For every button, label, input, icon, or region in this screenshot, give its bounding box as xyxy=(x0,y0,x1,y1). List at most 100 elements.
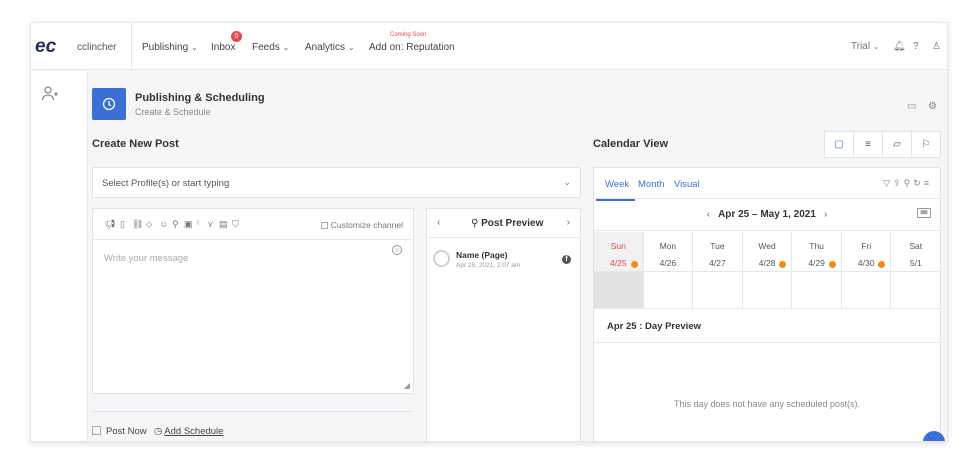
chevron-right-icon[interactable]: › xyxy=(567,217,570,228)
post-now-label: Post Now xyxy=(106,426,147,437)
create-post-title: Create New Post xyxy=(92,138,179,150)
day-column-sun[interactable]: Sun 4/25 xyxy=(594,232,644,271)
tab-week[interactable]: Week xyxy=(595,179,636,201)
calendar-icon[interactable]: ▤ xyxy=(219,219,228,230)
calendar-view-switcher: ▢ ≡ ▱ ⚐ xyxy=(824,131,941,158)
chevron-down-icon: ⌄ xyxy=(282,43,290,52)
scheduled-dot xyxy=(630,261,638,268)
day-column-tue[interactable]: Tue 4/27 xyxy=(693,232,743,271)
add-schedule-link[interactable]: ◷ Add Schedule xyxy=(154,426,223,437)
nav-inbox-label: Inbox xyxy=(211,42,236,53)
post-editor: 📢︎ ▯ ⛓︎ ⬦ ☺ ⚲ ▣ ⁽ ⋎ ▤ ⛉ Customize channe… xyxy=(92,208,414,394)
resize-handle-icon[interactable]: ◢ xyxy=(404,381,410,390)
day-date: 5/1 xyxy=(909,258,922,268)
help-icon[interactable]: ? xyxy=(913,41,919,52)
preview-title: ⚲ Post Preview xyxy=(471,218,543,229)
avatar xyxy=(433,250,450,267)
emoji-picker-icon[interactable]: ☺ xyxy=(392,245,402,255)
calendar-slot[interactable] xyxy=(693,272,743,308)
post-now-checkbox[interactable]: Post Now xyxy=(92,426,147,437)
flag-view-icon[interactable]: ⚐ xyxy=(912,132,940,157)
nav-reputation[interactable]: Add on: Reputation xyxy=(369,42,455,53)
calendar-slot[interactable] xyxy=(891,272,940,308)
day-name: Sat xyxy=(909,241,923,251)
emoji-icon[interactable]: ☺ xyxy=(159,219,168,229)
date-range-nav: ‹ Apr 25 – May 1, 2021 › ⌨ xyxy=(594,199,940,231)
megaphone-icon[interactable]: 📢︎ xyxy=(104,219,115,230)
user-icon[interactable]: ♙ xyxy=(932,41,941,52)
calendar-slot[interactable] xyxy=(594,272,644,308)
eclincher-logo-icon[interactable]: ec xyxy=(35,35,65,55)
calendar-slot[interactable] xyxy=(792,272,842,308)
calendar-slot[interactable] xyxy=(842,272,892,308)
filter-icon[interactable]: ▽ xyxy=(883,178,893,188)
search-icon: ⚲ xyxy=(471,218,479,229)
tag-icon[interactable]: ⬦ xyxy=(146,219,152,230)
calendar-slot[interactable] xyxy=(743,272,793,308)
day-column-wed[interactable]: Wed 4/28 xyxy=(743,232,793,271)
day-column-mon[interactable]: Mon 4/26 xyxy=(644,232,694,271)
day-column-sat[interactable]: Sat 5/1 xyxy=(891,232,940,271)
nav-analytics[interactable]: Analytics ⌄ xyxy=(305,42,355,53)
empty-day-message: This day does not have any scheduled pos… xyxy=(673,399,861,409)
video-icon[interactable]: ▭ xyxy=(907,101,916,112)
tab-month[interactable]: Month xyxy=(638,179,664,190)
nav-feeds[interactable]: Feeds ⌄ xyxy=(252,42,290,53)
folder-view-icon[interactable]: ▱ xyxy=(883,132,912,157)
chevron-left-icon[interactable]: ‹ xyxy=(707,209,710,220)
day-column-thu[interactable]: Thu 4/29 xyxy=(792,232,842,271)
chevron-down-icon: ⌄ xyxy=(348,43,355,52)
message-input[interactable]: Write your message xyxy=(104,253,188,264)
nav-feeds-label: Feeds xyxy=(252,42,280,53)
nav-publishing[interactable]: Publishing ⌄ xyxy=(142,42,198,53)
trial-menu[interactable]: Trial ⌄ xyxy=(851,41,880,52)
chevron-left-icon[interactable]: ‹ xyxy=(437,217,440,228)
profile-select-placeholder: Select Profile(s) or start typing xyxy=(102,178,230,189)
search-icon[interactable]: ⚲ xyxy=(904,178,914,188)
checkbox-icon xyxy=(92,426,101,435)
customize-channel-toggle[interactable]: Customize channel xyxy=(320,220,403,230)
date-range-label: Apr 25 – May 1, 2021 xyxy=(718,209,816,220)
image-icon[interactable]: ▣ xyxy=(184,219,193,230)
divider xyxy=(92,411,414,412)
keyboard-icon[interactable]: ⌨ xyxy=(917,208,931,218)
refresh-icon[interactable]: ↻ xyxy=(913,178,924,188)
post-preview-panel: ‹ ⚲ Post Preview › Name (Page) Apr 25, 2… xyxy=(426,208,581,441)
day-column-fri[interactable]: Fri 4/30 xyxy=(842,232,892,271)
chat-support-icon[interactable] xyxy=(923,431,945,441)
upload-icon[interactable]: ⇪ xyxy=(893,178,904,188)
tab-visual[interactable]: Visual xyxy=(674,179,700,190)
preview-profile-name: Name (Page) xyxy=(456,250,508,260)
menu-icon[interactable]: ≡ xyxy=(924,178,932,188)
list-view-icon[interactable]: ≡ xyxy=(854,132,883,157)
week-slots xyxy=(594,272,940,309)
calendar-view-icon[interactable]: ▢ xyxy=(825,132,854,157)
left-rail xyxy=(31,71,88,441)
note-icon[interactable]: ▯ xyxy=(120,219,125,230)
clock-icon: ◷ xyxy=(154,426,163,437)
top-nav: ec cclincher Publishing ⌄ Inbox 0 Feeds ⌄ … xyxy=(31,23,947,70)
bird-icon[interactable]: ⋎ xyxy=(207,219,214,230)
attachment-icon[interactable]: ⚲ xyxy=(172,219,179,230)
calendar-panel: Week Month Visual ▽⇪⚲↻≡ ‹ Apr 25 – May 1,… xyxy=(593,167,941,441)
page-subtitle: Create & Schedule xyxy=(135,107,211,117)
link-icon[interactable]: ⛓︎ xyxy=(132,219,143,230)
inbox-badge: 0 xyxy=(231,31,242,42)
profile-select[interactable]: Select Profile(s) or start typing ⌄ xyxy=(92,167,581,198)
nav-inbox[interactable]: Inbox xyxy=(211,42,235,53)
settings-icon[interactable]: ⚙ xyxy=(928,101,937,112)
clock-icon xyxy=(102,97,116,111)
app-window: ec cclincher Publishing ⌄ Inbox 0 Feeds ⌄ … xyxy=(30,22,948,442)
preview-title-label: Post Preview xyxy=(481,218,544,229)
shield-icon[interactable]: ⛉ xyxy=(232,219,239,230)
day-date: 4/27 xyxy=(709,258,726,268)
chevron-right-icon[interactable]: › xyxy=(824,209,827,220)
day-name: Fri xyxy=(861,241,872,251)
brand-name: cclincher xyxy=(77,42,117,53)
curve-icon[interactable]: ⁽ xyxy=(197,219,199,230)
calendar-slot[interactable] xyxy=(644,272,694,308)
add-user-icon[interactable] xyxy=(41,85,59,103)
add-schedule-label: Add Schedule xyxy=(164,426,224,437)
bell-icon[interactable]: 🔔︎ xyxy=(893,41,906,52)
facebook-icon: f xyxy=(562,255,571,264)
